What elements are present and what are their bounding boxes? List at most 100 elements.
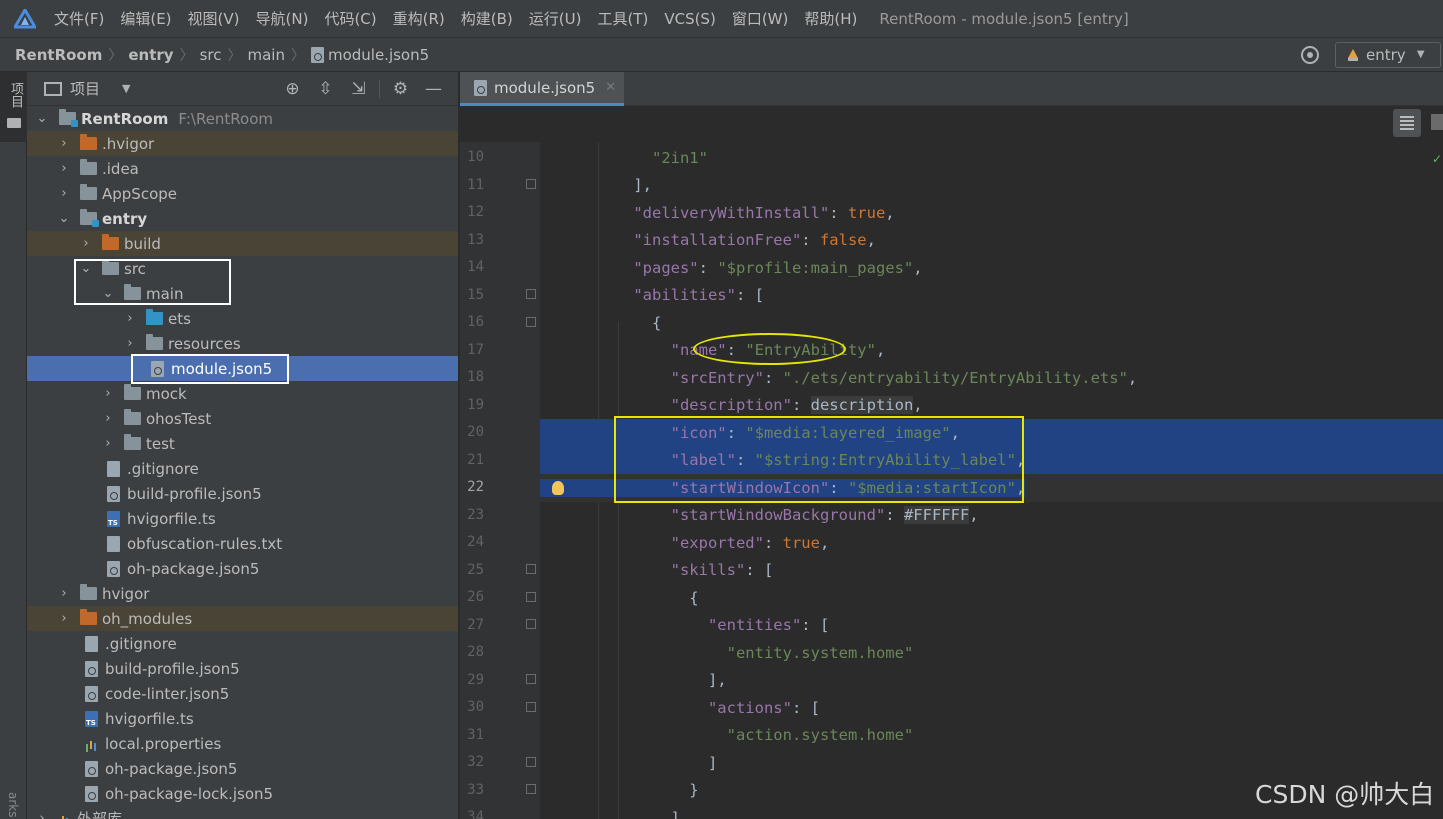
- tree-row-entry-gitignore[interactable]: .gitignore: [27, 456, 458, 481]
- breadcrumb-src[interactable]: src: [200, 46, 222, 64]
- code-line[interactable]: ],: [540, 172, 1443, 200]
- run-config-select[interactable]: entry ▼: [1335, 41, 1441, 68]
- close-icon[interactable]: ✕: [605, 80, 616, 95]
- code-line[interactable]: "entities": [: [540, 612, 1443, 640]
- chevron-down-icon[interactable]: ⌄: [57, 211, 71, 226]
- code-line[interactable]: {: [540, 309, 1443, 337]
- locate-target-icon[interactable]: [1301, 45, 1319, 64]
- tree-row-external-libs[interactable]: › 外部库: [27, 806, 458, 819]
- tree-row-root-oh-package[interactable]: oh-package.json5: [27, 756, 458, 781]
- tree-row-test[interactable]: › test: [27, 431, 458, 456]
- breadcrumb-file[interactable]: module.json5: [328, 46, 429, 64]
- hide-panel-icon[interactable]: —: [417, 79, 450, 99]
- tree-row-ets[interactable]: › ets: [27, 306, 458, 331]
- breadcrumb-project[interactable]: RentRoom: [15, 46, 102, 64]
- gear-icon[interactable]: ⚙: [384, 79, 417, 99]
- tree-row-root-hvigorfile[interactable]: hvigorfile.ts: [27, 706, 458, 731]
- tree-row-entry-hvigorfile[interactable]: hvigorfile.ts: [27, 506, 458, 531]
- breadcrumb-main[interactable]: main: [247, 46, 284, 64]
- fold-marker-icon[interactable]: [526, 564, 536, 574]
- chevron-right-icon[interactable]: ›: [79, 236, 93, 251]
- fold-marker-icon[interactable]: [526, 619, 536, 629]
- tree-row-build[interactable]: › build: [27, 231, 458, 256]
- chevron-down-icon[interactable]: ▼: [122, 82, 130, 95]
- tree-row-src[interactable]: ⌄ src: [27, 256, 458, 281]
- code-line[interactable]: "skills": [: [540, 557, 1443, 585]
- menu-view[interactable]: 视图(V): [188, 8, 240, 29]
- menu-vcs[interactable]: VCS(S): [664, 10, 715, 28]
- tree-row-entry-build-profile[interactable]: build-profile.json5: [27, 481, 458, 506]
- chevron-right-icon[interactable]: ›: [101, 386, 115, 401]
- code-line[interactable]: "deliveryWithInstall": true,: [540, 199, 1443, 227]
- chevron-down-icon[interactable]: ⌄: [101, 286, 115, 301]
- code-line[interactable]: {: [540, 584, 1443, 612]
- fold-marker-icon[interactable]: [526, 289, 536, 299]
- chevron-right-icon[interactable]: ›: [57, 136, 71, 151]
- menu-run[interactable]: 运行(U): [529, 8, 582, 29]
- code-line[interactable]: "actions": [: [540, 694, 1443, 722]
- code-line[interactable]: "name": "EntryAbility",: [540, 337, 1443, 365]
- tree-row-oh-package-lock[interactable]: oh-package-lock.json5: [27, 781, 458, 806]
- tree-row-mock[interactable]: › mock: [27, 381, 458, 406]
- tree-row-code-linter[interactable]: code-linter.json5: [27, 681, 458, 706]
- code-line[interactable]: ],: [540, 667, 1443, 695]
- tree-row-ohostest[interactable]: › ohosTest: [27, 406, 458, 431]
- reader-mode-icon[interactable]: [1393, 109, 1421, 137]
- chevron-right-icon[interactable]: ›: [35, 811, 49, 819]
- menu-code[interactable]: 代码(C): [324, 8, 376, 29]
- menu-refactor[interactable]: 重构(R): [393, 8, 445, 29]
- chevron-right-icon[interactable]: ›: [57, 586, 71, 601]
- chevron-right-icon[interactable]: ›: [101, 411, 115, 426]
- collapse-all-icon[interactable]: ⇲: [342, 79, 375, 99]
- menu-tools[interactable]: 工具(T): [597, 8, 648, 29]
- tree-row-resources[interactable]: › resources: [27, 331, 458, 356]
- chevron-right-icon[interactable]: ›: [123, 336, 137, 351]
- editor-tab-module-json5[interactable]: module.json5 ✕: [460, 72, 624, 106]
- tree-row-entry[interactable]: ⌄ entry: [27, 206, 458, 231]
- breadcrumb-module[interactable]: entry: [128, 46, 173, 64]
- tree-row-idea[interactable]: › .idea: [27, 156, 458, 181]
- fold-marker-icon[interactable]: [526, 757, 536, 767]
- tree-row-entry-oh-package[interactable]: oh-package.json5: [27, 556, 458, 581]
- project-panel-title[interactable]: 项目: [70, 78, 100, 99]
- code-line[interactable]: "exported": true,: [540, 529, 1443, 557]
- tree-row-hvigor[interactable]: › hvigor: [27, 581, 458, 606]
- image-preview-icon[interactable]: [1431, 114, 1443, 130]
- tree-row-root-gitignore[interactable]: .gitignore: [27, 631, 458, 656]
- tree-row-oh-modules[interactable]: › oh_modules: [27, 606, 458, 631]
- code-line[interactable]: "pages": "$profile:main_pages",: [540, 254, 1443, 282]
- menu-edit[interactable]: 编辑(E): [120, 8, 171, 29]
- code-line[interactable]: "description": description,: [540, 392, 1443, 420]
- fold-marker-icon[interactable]: [526, 592, 536, 602]
- tree-row-local-properties[interactable]: local.properties: [27, 731, 458, 756]
- code-line[interactable]: ]: [540, 749, 1443, 777]
- bookmarks-tool-tab[interactable]: arks: [6, 792, 20, 818]
- menu-navigate[interactable]: 导航(N): [256, 8, 309, 29]
- code-line[interactable]: "srcEntry": "./ets/entryability/EntryAbi…: [540, 364, 1443, 392]
- tree-row-root[interactable]: ⌄ RentRoom F:\RentRoom: [27, 106, 458, 131]
- fold-marker-icon[interactable]: [526, 674, 536, 684]
- tree-row-hvigor-dir[interactable]: › .hvigor: [27, 131, 458, 156]
- lightbulb-icon[interactable]: [552, 481, 564, 495]
- code-line[interactable]: "action.system.home": [540, 722, 1443, 750]
- chevron-right-icon[interactable]: ›: [57, 186, 71, 201]
- chevron-right-icon[interactable]: ›: [123, 311, 137, 326]
- locate-file-icon[interactable]: ⊕: [276, 79, 309, 99]
- menu-window[interactable]: 窗口(W): [732, 8, 789, 29]
- tree-row-root-build-profile[interactable]: build-profile.json5: [27, 656, 458, 681]
- code-line[interactable]: "abilities": [: [540, 282, 1443, 310]
- menu-build[interactable]: 构建(B): [461, 8, 513, 29]
- chevron-right-icon[interactable]: ›: [57, 161, 71, 176]
- chevron-right-icon[interactable]: ›: [57, 611, 71, 626]
- code-line[interactable]: "installationFree": false,: [540, 227, 1443, 255]
- menu-help[interactable]: 帮助(H): [804, 8, 857, 29]
- fold-marker-icon[interactable]: [526, 702, 536, 712]
- fold-marker-icon[interactable]: [526, 317, 536, 327]
- fold-marker-icon[interactable]: [526, 179, 536, 189]
- chevron-down-icon[interactable]: ⌄: [79, 261, 93, 276]
- tree-row-obfuscation-rules[interactable]: obfuscation-rules.txt: [27, 531, 458, 556]
- code-line[interactable]: "entity.system.home": [540, 639, 1443, 667]
- project-tool-tab[interactable]: 项目: [0, 72, 27, 142]
- chevron-down-icon[interactable]: ⌄: [35, 111, 49, 126]
- expand-all-icon[interactable]: ⇳: [309, 79, 342, 99]
